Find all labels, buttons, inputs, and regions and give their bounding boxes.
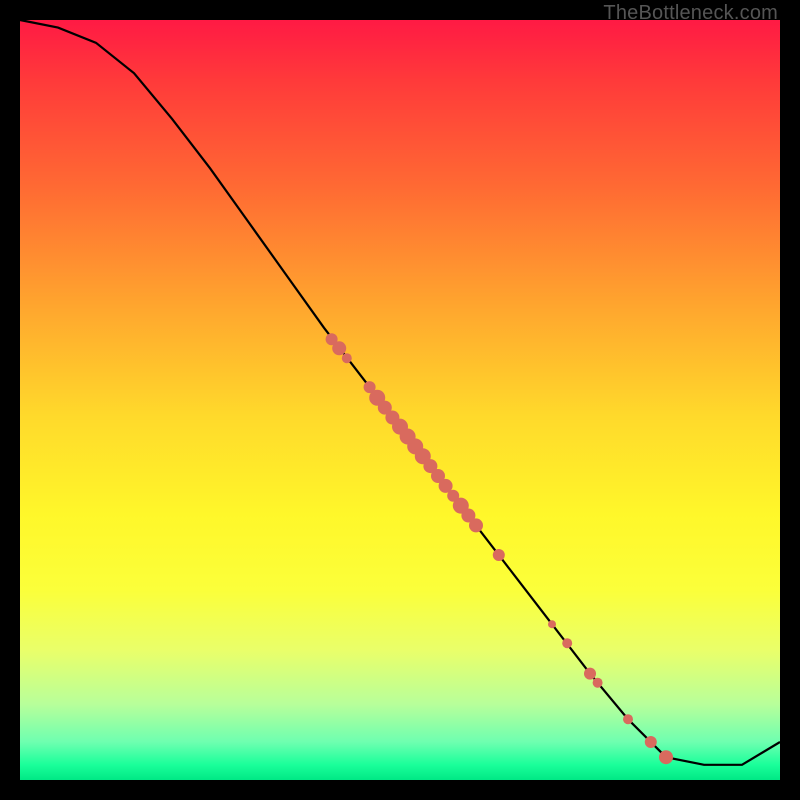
data-points-group bbox=[326, 333, 673, 764]
chart-overlay bbox=[20, 20, 780, 780]
data-point bbox=[548, 620, 556, 628]
data-point bbox=[593, 678, 603, 688]
bottleneck-curve bbox=[20, 20, 780, 765]
chart-container: TheBottleneck.com bbox=[0, 0, 800, 800]
data-point bbox=[332, 341, 346, 355]
data-point bbox=[659, 750, 673, 764]
data-point bbox=[493, 549, 505, 561]
data-point bbox=[562, 638, 572, 648]
data-point bbox=[342, 353, 352, 363]
data-point bbox=[623, 714, 633, 724]
data-point bbox=[645, 736, 657, 748]
data-point bbox=[584, 668, 596, 680]
data-point bbox=[469, 518, 483, 532]
